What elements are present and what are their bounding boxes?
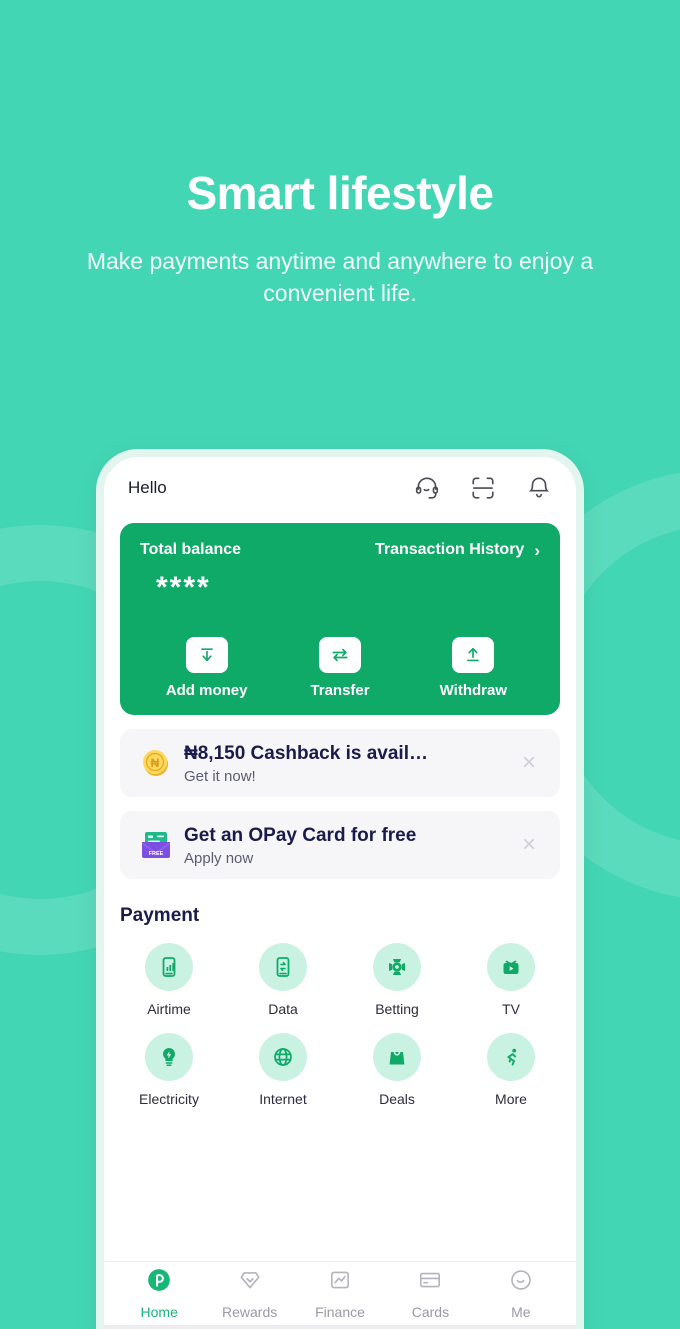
payment-item-internet-label: Internet [259, 1091, 307, 1107]
payment-item-more-label: More [495, 1091, 527, 1107]
airtime-icon [145, 943, 193, 991]
promo-banner-cashback-subtitle: Get it now! [184, 768, 256, 786]
transfer-icon [318, 637, 361, 673]
promo-banner-opay-card-text: Get an OPay Card for free Apply now [178, 823, 512, 868]
nav-item-me[interactable]: Me [476, 1267, 566, 1320]
electricity-icon [145, 1033, 193, 1081]
nav-item-cards-label: Cards [411, 1304, 450, 1320]
nav-item-rewards-label: Rewards [221, 1304, 278, 1320]
promo-banner-opay-card[interactable]: FREE Get an OPay Card for free Apply now… [120, 811, 560, 879]
payment-item-deals[interactable]: Deals [340, 1033, 454, 1107]
greeting-text: Hello [128, 478, 167, 497]
payment-item-tv[interactable]: TV [454, 943, 568, 1017]
data-icon [259, 943, 307, 991]
balance-amount[interactable]: **** [140, 573, 540, 603]
svg-text:₦: ₦ [151, 756, 160, 770]
transaction-history-label: Transaction History [374, 541, 525, 558]
payment-item-data[interactable]: Data [226, 943, 340, 1017]
payment-item-airtime[interactable]: Airtime [112, 943, 226, 1017]
betting-icon [373, 943, 421, 991]
close-icon[interactable]: × [512, 833, 546, 857]
payment-item-airtime-label: Airtime [147, 1001, 191, 1017]
nav-item-cards[interactable]: Cards [385, 1267, 475, 1320]
nav-item-finance-label: Finance [315, 1304, 365, 1320]
internet-icon [259, 1033, 307, 1081]
app-bar-icons [414, 475, 552, 501]
total-balance-label: Total balance [140, 541, 242, 558]
next-screen-peek [104, 1325, 576, 1329]
payment-item-betting-label: Betting [375, 1001, 419, 1017]
app-screen: Hello Total balance Transaction History … [104, 457, 576, 1329]
scan-icon[interactable] [470, 475, 496, 501]
bottom-navigation: Home Rewards Finance Cards Me [104, 1261, 576, 1325]
chart-icon [327, 1267, 353, 1298]
card-icon [417, 1267, 443, 1298]
payment-section-title: Payment [120, 905, 200, 926]
close-icon[interactable]: × [512, 751, 546, 775]
payment-item-tv-label: TV [502, 1001, 520, 1017]
support-headset-icon[interactable] [414, 475, 440, 501]
promo-banner-cashback[interactable]: ₦ ₦8,150 Cashback is avail… Get it now! … [120, 729, 560, 797]
add-money-label: Add money [165, 682, 248, 699]
add-money-button[interactable]: Add money [140, 637, 273, 699]
deals-icon [373, 1033, 421, 1081]
opay-logo-icon [146, 1267, 172, 1298]
withdraw-label: Withdraw [439, 682, 507, 699]
svg-text:FREE: FREE [149, 851, 164, 857]
tv-icon [487, 943, 535, 991]
payment-item-betting[interactable]: Betting [340, 943, 454, 1017]
bell-icon[interactable] [526, 475, 552, 501]
diamond-icon [237, 1267, 263, 1298]
app-bar: Hello [104, 457, 576, 519]
nav-item-home[interactable]: Home [114, 1267, 204, 1320]
add-money-icon [185, 637, 228, 673]
phone-mockup: Hello Total balance Transaction History … [96, 449, 584, 1329]
payment-item-data-label: Data [268, 1001, 298, 1017]
nav-item-home-label: Home [140, 1304, 178, 1320]
payment-grid: Airtime Data Betting TV Electricity Inte… [112, 943, 568, 1107]
chevron-right-icon: › [534, 540, 540, 560]
withdraw-button[interactable]: Withdraw [407, 637, 540, 699]
nav-item-me-label: Me [511, 1304, 531, 1320]
coin-icon: ₦ [134, 746, 178, 780]
payment-item-electricity-label: Electricity [139, 1091, 199, 1107]
balance-actions: Add money Transfer Withdraw [140, 637, 540, 699]
balance-card-header: Total balance Transaction History › [140, 541, 540, 559]
transfer-button[interactable]: Transfer [273, 637, 406, 699]
withdraw-icon [452, 637, 495, 673]
hero-title: Smart lifestyle [186, 167, 494, 219]
payment-item-internet[interactable]: Internet [226, 1033, 340, 1107]
transaction-history-link[interactable]: Transaction History › [375, 541, 540, 559]
nav-item-rewards[interactable]: Rewards [204, 1267, 294, 1320]
smiley-icon [508, 1267, 534, 1298]
free-card-icon: FREE [134, 829, 178, 861]
balance-card: Total balance Transaction History › **** [120, 523, 560, 715]
hero-section: Smart lifestyle Make payments anytime an… [0, 0, 680, 310]
hero-subtitle: Make payments anytime and anywhere to en… [86, 247, 594, 307]
payment-item-more[interactable]: More [454, 1033, 568, 1107]
promo-banner-opay-card-title: Get an OPay Card for free [184, 825, 417, 847]
payment-item-deals-label: Deals [379, 1091, 415, 1107]
transfer-label: Transfer [310, 682, 370, 699]
promo-banner-opay-card-subtitle: Apply now [184, 850, 254, 868]
promo-banner-cashback-text: ₦8,150 Cashback is avail… Get it now! [178, 741, 512, 786]
more-icon [487, 1033, 535, 1081]
promo-banner-cashback-title: ₦8,150 Cashback is avail… [184, 743, 428, 765]
nav-item-finance[interactable]: Finance [295, 1267, 385, 1320]
payment-item-electricity[interactable]: Electricity [112, 1033, 226, 1107]
